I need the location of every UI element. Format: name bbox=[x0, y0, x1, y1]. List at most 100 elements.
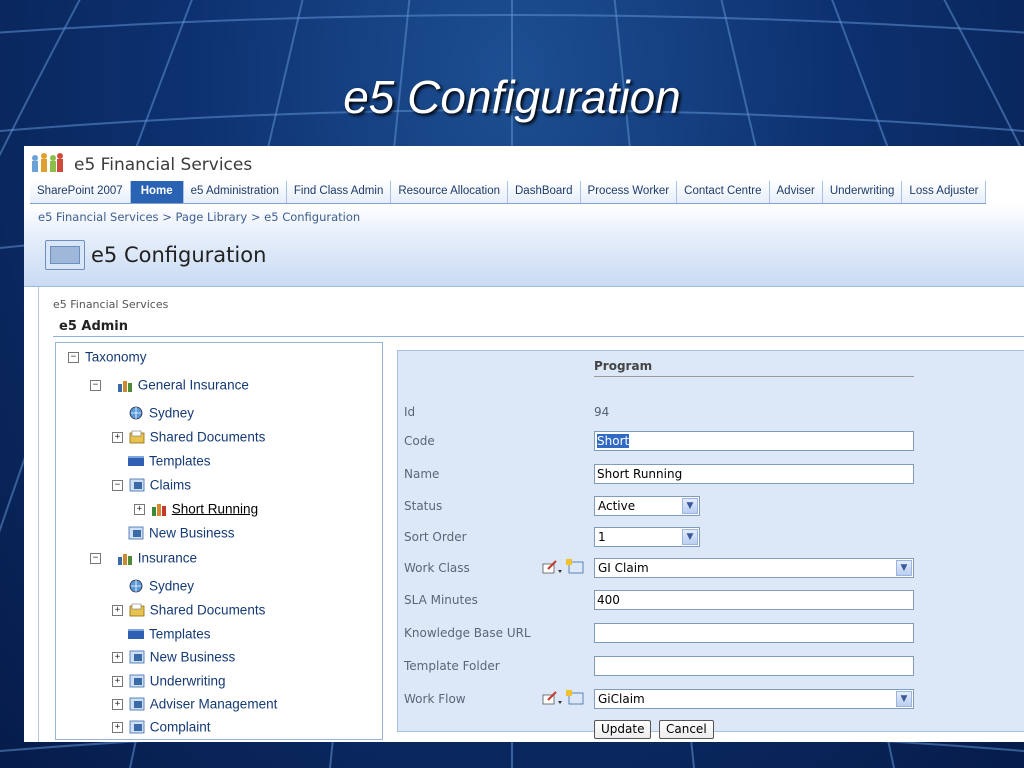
tree-node-short-running[interactable]: + Short Running bbox=[134, 499, 258, 519]
sort-order-select[interactable]: 1 ▼ bbox=[594, 527, 700, 547]
template-folder-label: Template Folder bbox=[404, 659, 500, 673]
list-icon bbox=[129, 478, 145, 492]
work-class-label: Work Class bbox=[404, 561, 470, 575]
people-icon bbox=[151, 502, 167, 517]
expand-icon[interactable]: + bbox=[134, 503, 145, 515]
name-field[interactable]: Short Running bbox=[594, 464, 914, 484]
site-header: e5 Financial Services bbox=[24, 146, 1024, 180]
expand-icon[interactable]: + bbox=[112, 651, 123, 663]
tab-loss-adjuster[interactable]: Loss Adjuster bbox=[902, 181, 987, 203]
tab-home[interactable]: Home bbox=[130, 181, 184, 203]
collapse-icon[interactable]: − bbox=[90, 552, 101, 564]
tab-sharepoint-2007[interactable]: SharePoint 2007 bbox=[30, 181, 131, 203]
people-logo-icon bbox=[32, 153, 63, 172]
tree-node-insurance[interactable]: − Insurance bbox=[90, 548, 197, 568]
expand-icon[interactable]: + bbox=[112, 721, 123, 733]
tree-node-adviser-management[interactable]: + Adviser Management bbox=[112, 694, 277, 714]
collapse-icon[interactable]: − bbox=[68, 351, 79, 363]
top-nav-tabs: SharePoint 2007 Home e5 Administration F… bbox=[30, 181, 987, 204]
tree-node-general-insurance[interactable]: − General Insurance bbox=[90, 375, 249, 395]
chevron-down-icon[interactable]: ▼ bbox=[682, 529, 698, 545]
expand-icon[interactable]: + bbox=[112, 431, 123, 443]
tree-node-claims[interactable]: − Claims bbox=[112, 475, 191, 495]
kb-url-field[interactable] bbox=[594, 623, 914, 643]
work-flow-select[interactable]: GiClaim ▼ bbox=[594, 689, 914, 709]
sharepoint-window: e5 Financial Services SharePoint 2007 Ho… bbox=[24, 146, 1024, 742]
list-icon bbox=[129, 720, 145, 734]
page-title-area: e5 Financial Services > Page Library > e… bbox=[24, 204, 1024, 287]
code-label: Code bbox=[404, 434, 435, 448]
update-button[interactable]: Update bbox=[594, 720, 652, 739]
template-icon bbox=[128, 627, 144, 641]
tree-node-underwriting[interactable]: + Underwriting bbox=[112, 671, 226, 691]
tree-node-taxonomy[interactable]: − Taxonomy bbox=[68, 347, 147, 367]
tree-node-shared-documents[interactable]: + Shared Documents bbox=[112, 427, 265, 447]
status-select[interactable]: Active ▼ bbox=[594, 496, 700, 516]
sla-minutes-field[interactable]: 400 bbox=[594, 590, 914, 610]
tree-node-sydney[interactable]: Sydney bbox=[128, 403, 194, 423]
list-icon bbox=[129, 650, 145, 664]
expand-icon[interactable]: + bbox=[112, 698, 123, 710]
admin-heading: e5 Admin bbox=[59, 319, 129, 334]
list-icon bbox=[129, 697, 145, 711]
tree-node-templates[interactable]: Templates bbox=[128, 451, 211, 471]
page-title: e5 Configuration bbox=[91, 243, 267, 267]
tab-contact-centre[interactable]: Contact Centre bbox=[677, 181, 770, 203]
edit-new-icons[interactable] bbox=[542, 690, 584, 706]
template-folder-field[interactable] bbox=[594, 656, 914, 676]
folder-icon bbox=[129, 603, 145, 617]
list-icon bbox=[128, 526, 144, 540]
tree-node-new-business[interactable]: New Business bbox=[128, 523, 235, 543]
page-icon bbox=[45, 240, 85, 270]
tab-e5-administration[interactable]: e5 Administration bbox=[183, 181, 287, 203]
site-name[interactable]: e5 Financial Services bbox=[74, 155, 252, 175]
id-value: 94 bbox=[594, 405, 610, 419]
chevron-down-icon[interactable]: ▼ bbox=[896, 560, 912, 576]
cancel-button[interactable]: Cancel bbox=[659, 720, 714, 739]
tab-adviser[interactable]: Adviser bbox=[769, 181, 823, 203]
work-flow-label: Work Flow bbox=[404, 692, 466, 706]
slide-title: e5 Configuration bbox=[343, 71, 681, 123]
tab-process-worker[interactable]: Process Worker bbox=[580, 181, 678, 203]
work-class-select[interactable]: GI Claim ▼ bbox=[594, 558, 914, 578]
breadcrumb[interactable]: e5 Financial Services > Page Library > e… bbox=[38, 210, 360, 224]
sla-minutes-label: SLA Minutes bbox=[404, 593, 478, 607]
expand-icon[interactable]: + bbox=[112, 604, 123, 616]
chevron-down-icon[interactable]: ▼ bbox=[682, 498, 698, 514]
tab-underwriting[interactable]: Underwriting bbox=[822, 181, 903, 203]
edit-new-icons[interactable] bbox=[542, 559, 584, 575]
tab-dashboard[interactable]: DashBoard bbox=[508, 181, 581, 203]
tab-find-class-admin[interactable]: Find Class Admin bbox=[286, 181, 392, 203]
tree-node-complaint[interactable]: + Complaint bbox=[112, 717, 211, 737]
people-icon bbox=[117, 378, 133, 393]
program-form: Program Id 94 Code Short Name Short Runn… bbox=[397, 350, 1024, 739]
content-crumb: e5 Financial Services bbox=[53, 298, 169, 311]
divider bbox=[594, 376, 914, 377]
divider bbox=[53, 336, 1024, 337]
list-icon bbox=[129, 674, 145, 688]
code-field[interactable]: Short bbox=[594, 431, 914, 451]
globe-icon bbox=[128, 579, 144, 593]
folder-icon bbox=[129, 430, 145, 444]
tree-scrollbar[interactable]: ▲ bbox=[382, 343, 383, 739]
name-label: Name bbox=[404, 467, 440, 481]
tree-node-new-business[interactable]: + New Business bbox=[112, 647, 235, 667]
tab-resource-allocation[interactable]: Resource Allocation bbox=[391, 181, 508, 203]
collapse-icon[interactable]: − bbox=[90, 379, 101, 391]
main-content: e5 Financial Services e5 Admin − Taxonomy… bbox=[38, 287, 1024, 742]
kb-url-label: Knowledge Base URL bbox=[404, 626, 531, 640]
id-label: Id bbox=[404, 405, 416, 419]
template-icon bbox=[128, 454, 144, 468]
chevron-down-icon[interactable]: ▼ bbox=[896, 691, 912, 707]
people-icon bbox=[117, 551, 133, 566]
tree-node-sydney[interactable]: Sydney bbox=[128, 576, 194, 596]
tree-node-shared-documents[interactable]: + Shared Documents bbox=[112, 600, 265, 620]
collapse-icon[interactable]: − bbox=[112, 479, 123, 491]
taxonomy-tree: − Taxonomy − General Insurance Sydney + S… bbox=[55, 342, 383, 740]
sort-order-label: Sort Order bbox=[404, 530, 467, 544]
tree-node-templates[interactable]: Templates bbox=[128, 624, 211, 644]
expand-icon[interactable]: + bbox=[112, 675, 123, 687]
globe-icon bbox=[128, 406, 144, 420]
status-label: Status bbox=[404, 499, 443, 513]
form-header: Program bbox=[594, 359, 653, 373]
